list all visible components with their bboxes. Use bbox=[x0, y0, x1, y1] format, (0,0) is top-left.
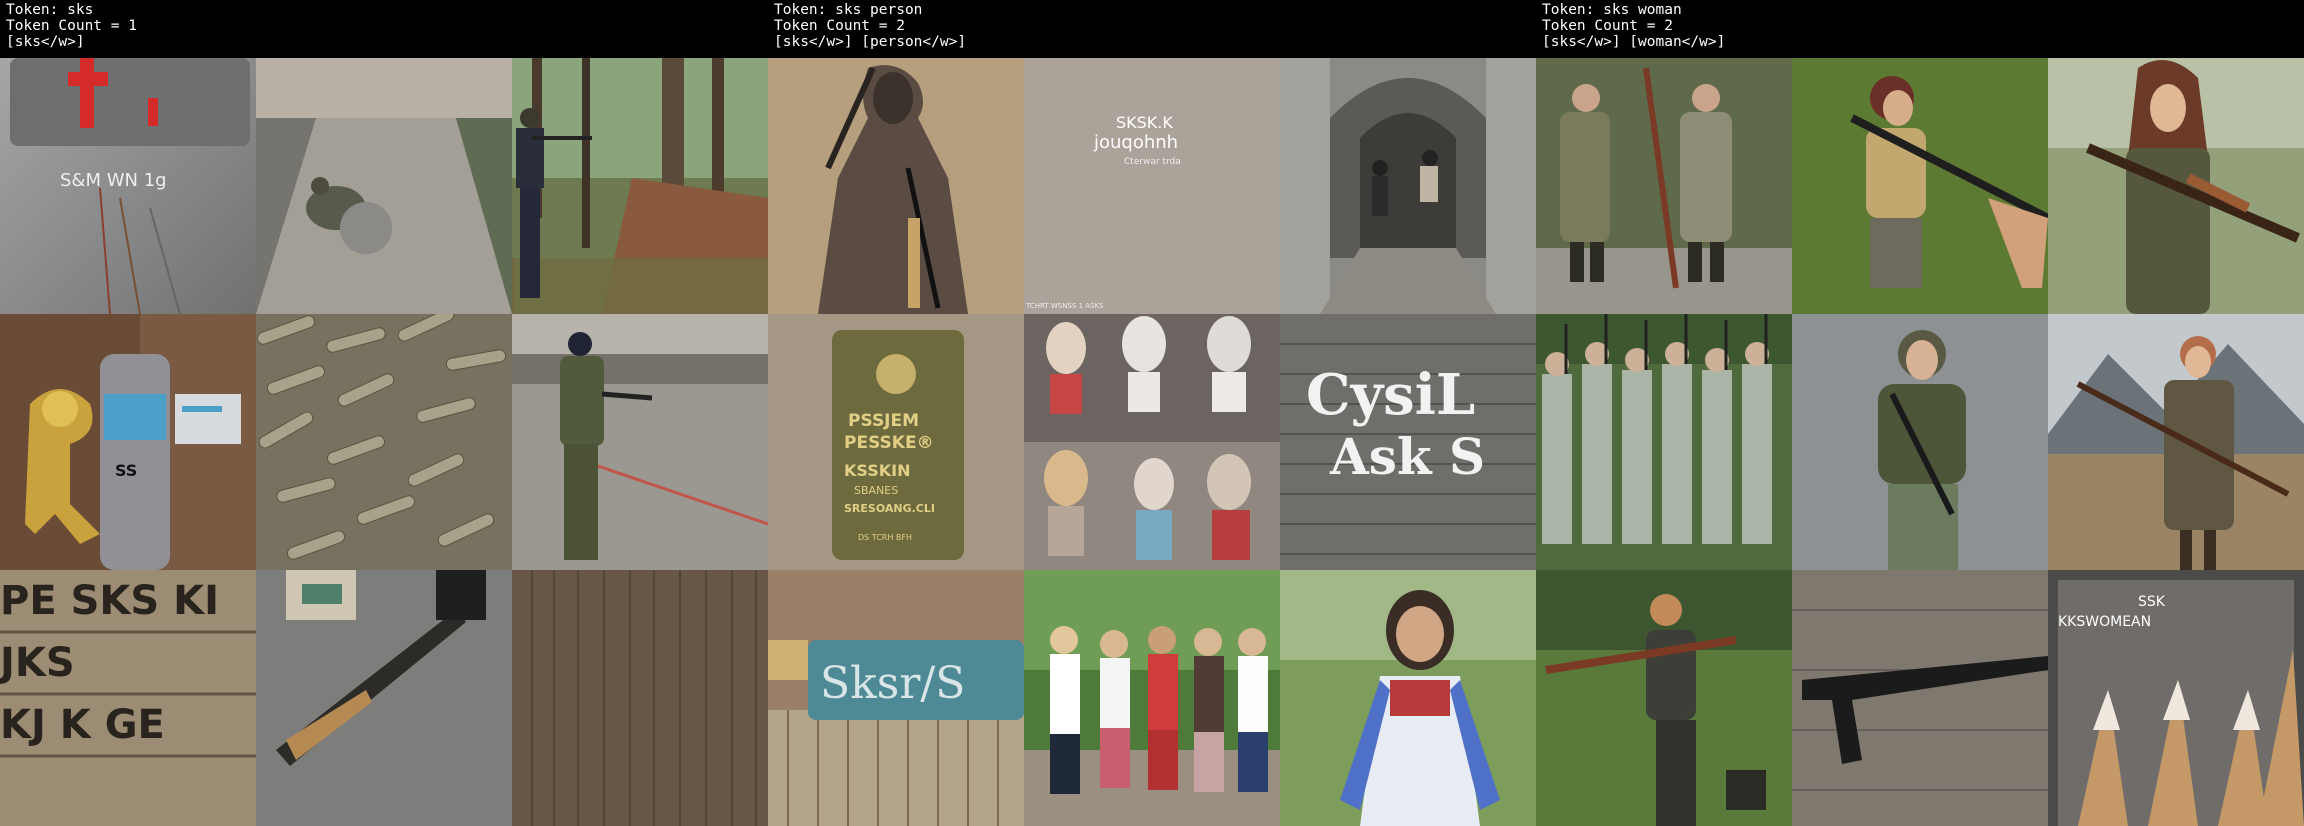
image-woman-aiming-rifle bbox=[1536, 570, 1792, 826]
poster-text-2: KKSWOMEAN bbox=[2058, 614, 2151, 630]
image-sign-red-cross: S&M WN 1g bbox=[0, 58, 256, 314]
image-forest-rifleman bbox=[512, 58, 768, 314]
token-list: [sks</w>] [person</w>] bbox=[774, 34, 967, 50]
image-hooded-figure bbox=[768, 58, 1024, 314]
image-wooden-planks bbox=[512, 570, 768, 826]
image-woman-rifle-mountains bbox=[2048, 314, 2304, 570]
token-list: [sks</w>] bbox=[6, 34, 85, 50]
token-label: Token: sks bbox=[6, 2, 94, 18]
image-street-soldier bbox=[256, 58, 512, 314]
image-line-of-women bbox=[1536, 314, 1792, 570]
image-brick-wall-text: CysiL Ask S bbox=[1280, 314, 1536, 570]
image-group-kids bbox=[1024, 570, 1280, 826]
panel-sks-person: Token: sks person Token Count = 2 [sks</… bbox=[768, 0, 1536, 826]
wall-text-1: CysiL bbox=[1306, 362, 1475, 428]
image-rifle-ground bbox=[256, 570, 512, 826]
poster-small-text: Cterwar trda bbox=[1124, 157, 1181, 167]
poster-footer: TCHRT WSNSS 1 ASKS bbox=[1025, 302, 1104, 310]
image-mannequin-heads bbox=[1024, 314, 1280, 570]
image-text-poster: SKSK.K jouqohnh Cterwar trda TCHRT WSNSS… bbox=[1024, 58, 1280, 314]
image-bullet-pile bbox=[256, 314, 512, 570]
poster-text-1: SSK bbox=[2138, 594, 2166, 610]
plaque-line-6: DS TCRH BFH bbox=[858, 533, 912, 542]
token-label: Token: sks woman bbox=[1542, 2, 1682, 18]
crate-text-1: PE SKS KI bbox=[0, 578, 219, 624]
poster-title: SKSK.K bbox=[1116, 113, 1173, 132]
image-woman-rifle-field bbox=[2048, 58, 2304, 314]
panel-sks-woman: Token: sks woman Token Count = 2 [sks</w… bbox=[1536, 0, 2304, 826]
token-label: Token: sks person bbox=[774, 2, 923, 18]
poster-subtitle: jouqohnh bbox=[1093, 132, 1178, 153]
image-crate-text: PE SKS KI JKS KJ K GE bbox=[0, 570, 256, 826]
image-arched-tunnel bbox=[1280, 58, 1536, 314]
image-soldier-woman-grey bbox=[1792, 314, 2048, 570]
image-blue-sign: Sksr/S bbox=[768, 570, 1024, 826]
image-smiling-person bbox=[1280, 570, 1536, 826]
panel-header: Token: sks woman Token Count = 2 [sks</w… bbox=[1536, 0, 2304, 58]
panel-sks: Token: sks Token Count = 1 [sks</w>] S&M… bbox=[0, 0, 768, 826]
token-count: Token Count = 2 bbox=[774, 18, 905, 34]
plaque-line-2: PESSKE® bbox=[844, 433, 934, 453]
image-soldier-concrete bbox=[512, 314, 768, 570]
token-list: [sks</w>] [woman</w>] bbox=[1542, 34, 1726, 50]
image-woman-rifle-grass bbox=[1792, 58, 2048, 314]
sign-text: S&M WN 1g bbox=[60, 170, 167, 191]
wall-text-2: Ask S bbox=[1329, 427, 1485, 486]
image-poster-shells: SSK KKSWOMEAN bbox=[2048, 570, 2304, 826]
blue-sign-text: Sksr/S bbox=[820, 658, 965, 709]
token-count: Token Count = 1 bbox=[6, 18, 137, 34]
plaque-line-5: SRESOANG.CLI bbox=[844, 502, 935, 515]
panel-header: Token: sks person Token Count = 2 [sks</… bbox=[768, 0, 1536, 58]
image-brass-plaque: PSSJEM PESSKE® KSSKIN SBANES SRESOANG.CL… bbox=[768, 314, 1024, 570]
plaque-line-1: PSSJEM bbox=[848, 411, 919, 431]
image-brass-and-can: SS bbox=[0, 314, 256, 570]
token-count: Token Count = 2 bbox=[1542, 18, 1673, 34]
panel-header: Token: sks Token Count = 1 [sks</w>] bbox=[0, 0, 768, 58]
image-rifle-on-wood bbox=[1792, 570, 2048, 826]
crate-text-3: KJ K GE bbox=[0, 702, 165, 748]
plaque-line-3: KSSKIN bbox=[844, 461, 910, 480]
can-text: SS bbox=[115, 461, 137, 480]
image-grid: S&M WN 1g SS PE SKS KI JKS KJ K GE bbox=[0, 58, 768, 826]
image-two-women-rifles bbox=[1536, 58, 1792, 314]
plaque-line-4: SBANES bbox=[854, 484, 898, 497]
image-grid: SKSK.K jouqohnh Cterwar trda TCHRT WSNSS… bbox=[768, 58, 1536, 826]
crate-text-2: JKS bbox=[0, 640, 75, 686]
image-grid: SSK KKSWOMEAN bbox=[1536, 58, 2304, 826]
